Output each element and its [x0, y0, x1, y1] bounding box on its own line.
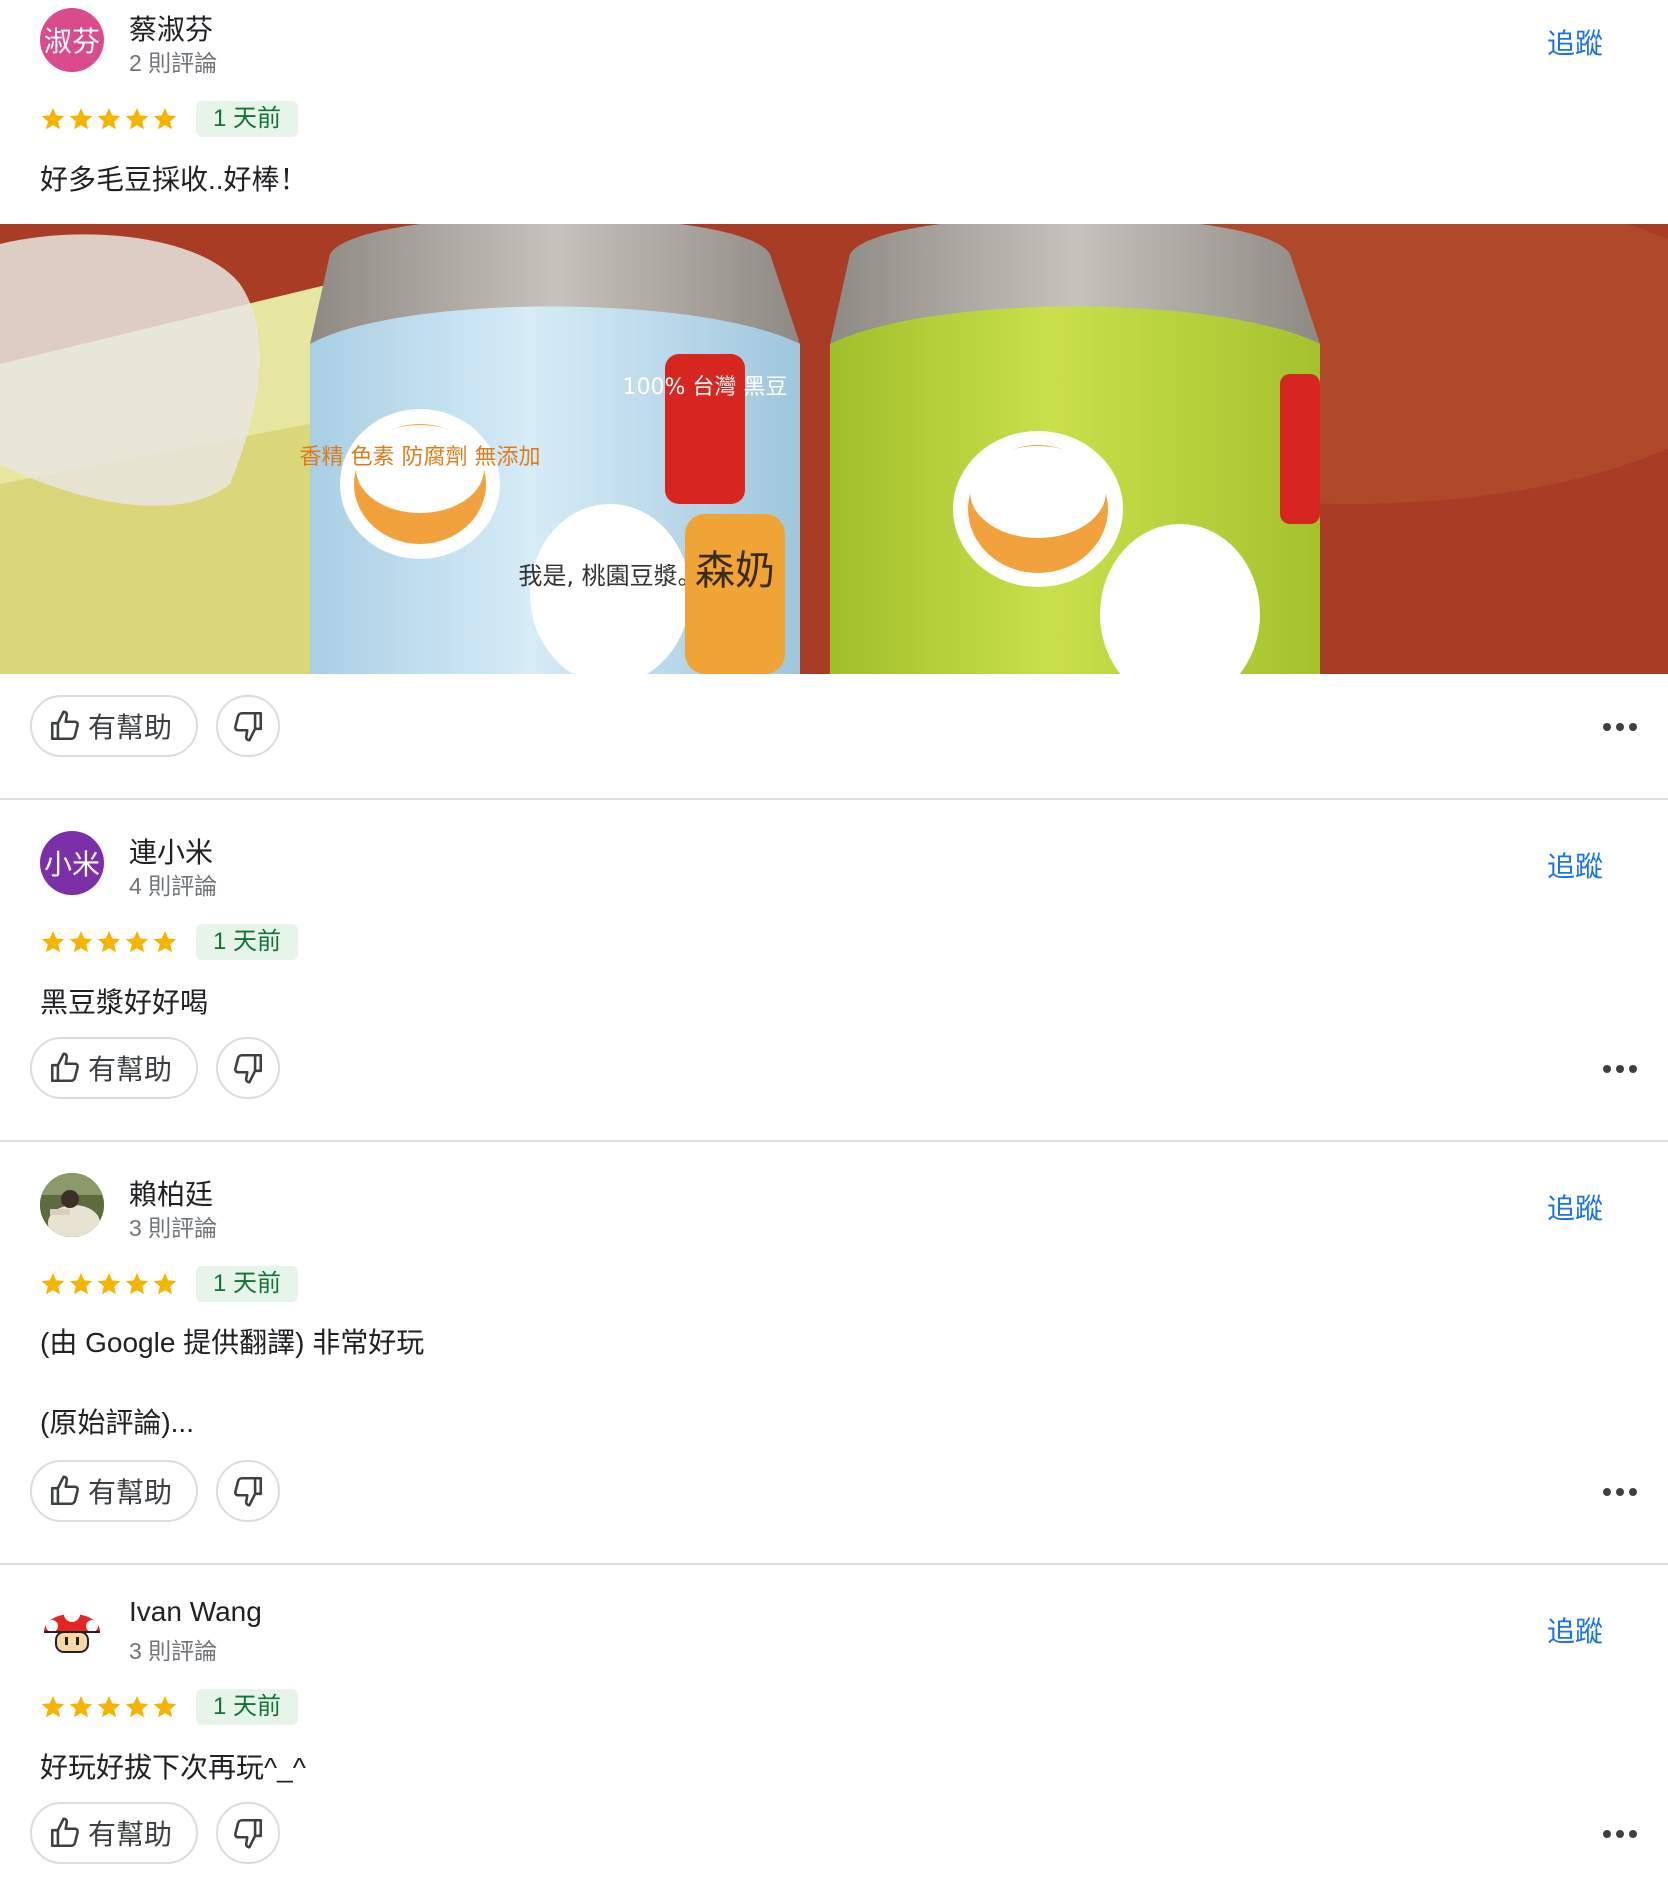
review-time-badge: 1 天前 [196, 1689, 299, 1725]
thumbs-up-icon [50, 1052, 79, 1083]
thumbs-up-icon [50, 1817, 79, 1848]
review-time-badge: 1 天前 [196, 924, 299, 960]
star-icon [125, 1272, 149, 1295]
photo-label: 我是, 桃園豆漿。 [518, 562, 701, 590]
helpful-button[interactable]: 有幫助 [30, 695, 198, 757]
follow-button[interactable]: 追蹤 [1547, 1187, 1603, 1227]
review-count: 4 則評論 [129, 873, 218, 899]
helpful-label: 有幫助 [88, 712, 173, 743]
mushroom-icon [44, 1606, 100, 1653]
star-icon [153, 930, 177, 953]
helpful-label: 有幫助 [88, 1477, 173, 1508]
photo-label: 100% 台灣 黑豆 [623, 375, 788, 400]
reviews-list: 淑芬 蔡淑芬 2 則評論 追蹤 1 天前 好多毛豆採收..好棒！ 香精 色素 防… [0, 0, 1668, 1886]
star-icon [153, 1272, 177, 1295]
star-icon [97, 1695, 121, 1718]
more-options-button[interactable] [1596, 1472, 1644, 1512]
helpful-button[interactable]: 有幫助 [30, 1460, 198, 1522]
review-count: 3 則評論 [129, 1638, 218, 1664]
more-options-button[interactable] [1596, 1814, 1644, 1854]
thumbs-up-icon [50, 710, 79, 741]
star-icon [153, 1695, 177, 1718]
review-divider [0, 1563, 1668, 1565]
rating-stars [40, 106, 178, 132]
review-card: 淑芬 蔡淑芬 2 則評論 追蹤 1 天前 好多毛豆採收..好棒！ 香精 色素 防… [0, 0, 1668, 800]
reviewer-name[interactable]: Ivan Wang [129, 1596, 262, 1628]
avatar[interactable] [40, 1596, 104, 1660]
star-icon [125, 930, 149, 953]
helpful-label: 有幫助 [88, 1819, 173, 1850]
follow-button[interactable]: 追蹤 [1547, 845, 1603, 885]
review-text: 好多毛豆採收..好棒！ [40, 164, 308, 195]
unhelpful-button[interactable] [216, 1802, 280, 1864]
unhelpful-button[interactable] [216, 1037, 280, 1099]
star-icon [69, 107, 93, 130]
rating-stars [40, 1271, 178, 1297]
photo-soy-milk-bottles: 香精 色素 防腐劑 無添加 100% 台灣 黑豆 我是, 桃園豆漿。 森奶 [0, 224, 1668, 674]
thumbs-down-icon [234, 711, 263, 742]
photo-label: 森奶 [695, 548, 775, 594]
thumbs-down-icon [234, 1053, 263, 1084]
avatar[interactable]: 小米 [40, 831, 104, 895]
star-icon [69, 1272, 93, 1295]
thumbs-down-icon [234, 1476, 263, 1507]
star-icon [97, 107, 121, 130]
thumbs-up-icon [50, 1475, 79, 1506]
review-divider [0, 798, 1668, 800]
reviewer-name[interactable]: 賴柏廷 [129, 1173, 213, 1213]
review-card: Ivan Wang 3 則評論 追蹤 1 天前 好玩好拔下次再玩^_^ 有幫助 [0, 1588, 1668, 1886]
reviewer-name[interactable]: 蔡淑芬 [129, 8, 213, 48]
review-text: 好玩好拔下次再玩^_^ [40, 1752, 306, 1783]
unhelpful-button[interactable] [216, 1460, 280, 1522]
rating-stars [40, 1694, 178, 1720]
more-options-button[interactable] [1596, 707, 1644, 747]
review-text: (由 Google 提供翻譯) 非常好玩 (原始評論)... [40, 1327, 425, 1438]
star-icon [41, 930, 65, 953]
more-horizontal-icon [1603, 723, 1637, 731]
follow-button[interactable]: 追蹤 [1547, 22, 1603, 62]
review-count: 2 則評論 [129, 50, 218, 76]
rating-stars [40, 929, 178, 955]
avatar[interactable] [40, 1173, 104, 1237]
star-icon [125, 1695, 149, 1718]
star-icon [97, 930, 121, 953]
star-icon [41, 1695, 65, 1718]
avatar-initials: 小米 [43, 849, 100, 880]
helpful-label: 有幫助 [88, 1054, 173, 1085]
helpful-button[interactable]: 有幫助 [30, 1037, 198, 1099]
more-horizontal-icon [1603, 1488, 1637, 1496]
review-text: 黑豆漿好好喝 [40, 987, 209, 1018]
avatar-photo [40, 1173, 104, 1237]
review-card: 賴柏廷 3 則評論 追蹤 1 天前 (由 Google 提供翻譯) 非常好玩 (… [0, 1165, 1668, 1565]
review-time-badge: 1 天前 [196, 101, 299, 137]
more-horizontal-icon [1603, 1830, 1637, 1838]
star-icon [125, 107, 149, 130]
more-horizontal-icon [1603, 1065, 1637, 1073]
thumbs-down-icon [234, 1818, 263, 1849]
star-icon [69, 930, 93, 953]
follow-button[interactable]: 追蹤 [1547, 1610, 1603, 1650]
reviewer-name[interactable]: 連小米 [129, 831, 213, 871]
review-divider [0, 1140, 1668, 1142]
avatar-initials: 淑芬 [43, 26, 100, 57]
star-icon [153, 107, 177, 130]
more-options-button[interactable] [1596, 1049, 1644, 1089]
star-icon [41, 1272, 65, 1295]
review-card: 小米 連小米 4 則評論 追蹤 1 天前 黑豆漿好好喝 有幫助 [0, 823, 1668, 1143]
photo-label: 香精 色素 防腐劑 無添加 [300, 445, 541, 470]
star-icon [69, 1695, 93, 1718]
unhelpful-button[interactable] [216, 695, 280, 757]
review-time-badge: 1 天前 [196, 1266, 299, 1302]
review-count: 3 則評論 [129, 1215, 218, 1241]
star-icon [97, 1272, 121, 1295]
review-photo[interactable]: 香精 色素 防腐劑 無添加 100% 台灣 黑豆 我是, 桃園豆漿。 森奶 [0, 224, 1668, 674]
helpful-button[interactable]: 有幫助 [30, 1802, 198, 1864]
star-icon [41, 107, 65, 130]
avatar[interactable]: 淑芬 [40, 8, 104, 72]
